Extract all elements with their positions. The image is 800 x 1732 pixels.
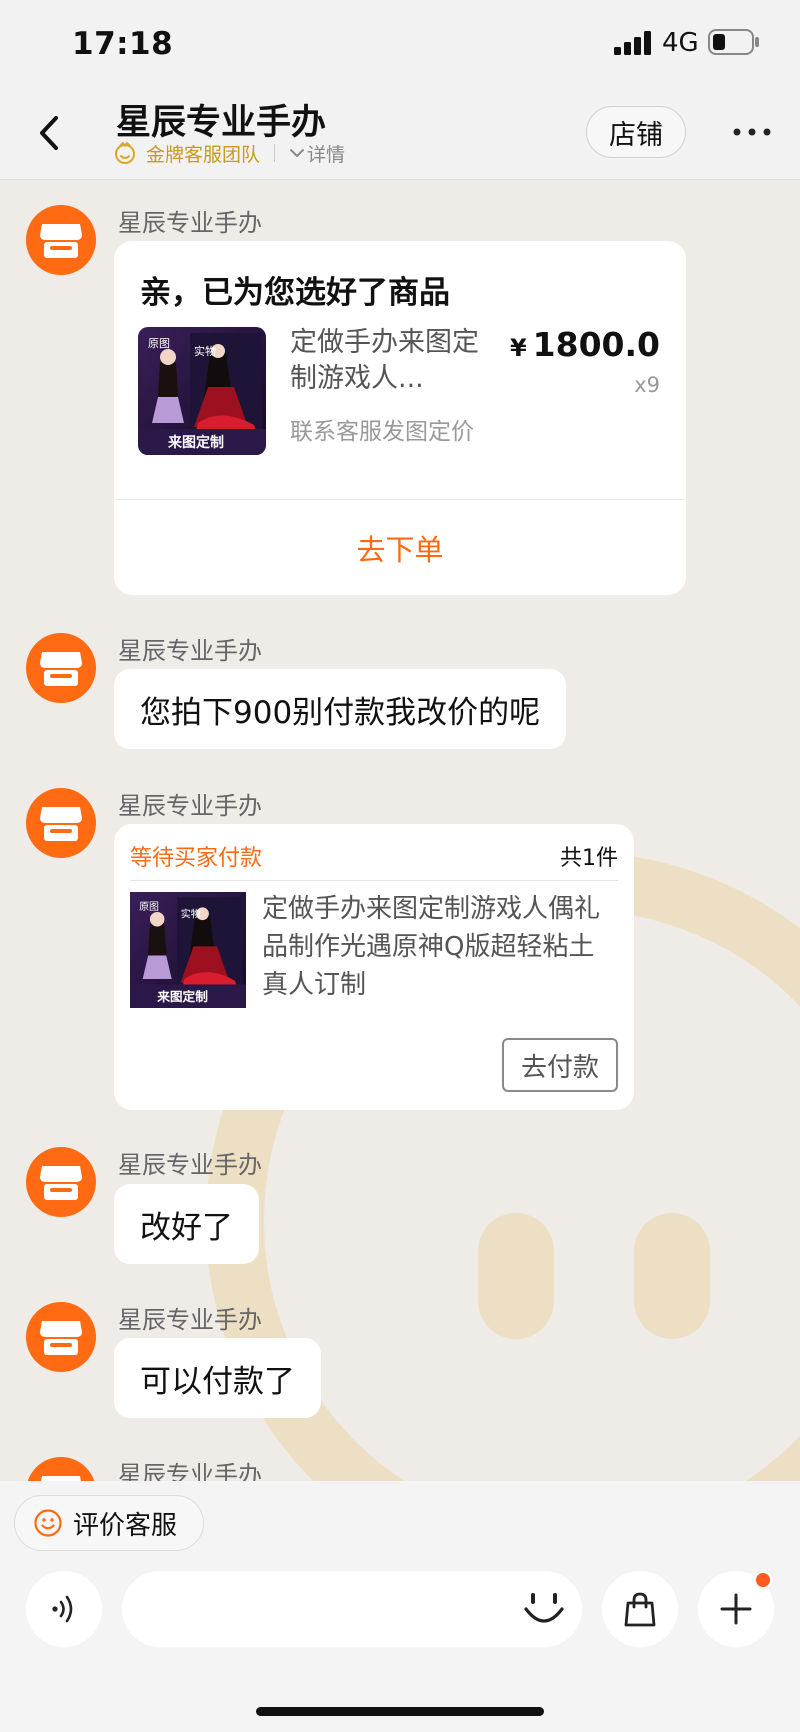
product-name: 定做手办来图定制游戏人... (290, 327, 479, 394)
price-value: 1800.0 (532, 325, 660, 364)
subtitle-divider (274, 144, 276, 162)
sender-name: 星辰专业手办 (118, 209, 262, 237)
sender-name: 星辰专业手办 (118, 1461, 262, 1481)
product-price: ¥1800.0 (510, 325, 660, 364)
product-note: 联系客服发图定价 (290, 419, 474, 445)
currency-symbol: ¥ (509, 334, 527, 362)
chevron-down-icon (290, 149, 305, 157)
shop-logo-icon (41, 1476, 81, 1481)
card-heading: 亲，已为您选好了商品 (140, 275, 450, 311)
bottom-input-bar: 评价客服 (0, 1481, 800, 1732)
status-bar: 17:18 4G (0, 0, 800, 88)
chat-message-list[interactable]: 星辰专业手办 亲，已为您选好了商品 原图 实物 来图定制 定做手办来图定制游戏人… (0, 181, 800, 1481)
shop-logo-icon (40, 1166, 82, 1200)
emoji-icon[interactable] (518, 1583, 570, 1635)
shop-avatar[interactable] (26, 1302, 96, 1372)
more-options-icon[interactable] (732, 126, 772, 138)
network-label: 4G (662, 28, 699, 58)
thumb-label-actual: 实物 (194, 344, 216, 358)
shop-logo-icon (40, 807, 82, 841)
team-label[interactable]: 金牌客服团队 (146, 140, 260, 167)
product-card[interactable]: 亲，已为您选好了商品 原图 实物 来图定制 定做手办来图定制游戏人... 联系客… (114, 241, 686, 595)
shopping-bag-button[interactable] (602, 1571, 678, 1647)
figure-image: 原图 实物 来图定制 (130, 892, 246, 1008)
product-quantity: x9 (634, 373, 660, 397)
order-item-count: 共1件 (560, 846, 618, 871)
message-input[interactable] (122, 1571, 582, 1647)
thumb-label-original: 原图 (139, 901, 159, 913)
smiley-icon (34, 1509, 62, 1537)
thumb-label-original: 原图 (148, 337, 170, 350)
detail-link[interactable]: 详情 (307, 140, 345, 167)
signal-icon (614, 31, 651, 55)
gold-team-icon (115, 142, 135, 164)
order-product-name: 定做手办来图定制游戏人偶礼品制作光遇原神Q版超轻粘土真人订制 (262, 894, 601, 1000)
shop-logo-icon (40, 652, 82, 686)
shop-title: 星辰专业手办 (116, 103, 327, 143)
battery-icon (708, 29, 759, 55)
order-thumbnail[interactable]: 原图 实物 来图定制 (130, 892, 246, 1008)
status-time: 17:18 (72, 26, 174, 62)
home-indicator (256, 1707, 544, 1716)
shop-avatar[interactable] (26, 633, 96, 703)
figure-image: 原图 实物 来图定制 (138, 327, 266, 455)
order-status: 等待买家付款 (130, 846, 263, 871)
thumb-label-actual: 实物 (181, 907, 201, 920)
product-thumbnail[interactable]: 原图 实物 来图定制 (138, 327, 266, 455)
shop-avatar[interactable] (26, 205, 96, 275)
sender-name: 星辰专业手办 (118, 1306, 262, 1334)
shop-avatar[interactable] (26, 1457, 96, 1481)
order-card[interactable]: 等待买家付款 共1件 原图 实物 来图定制 定做手办来图定制游戏人偶礼品制作光遇… (114, 824, 634, 1110)
notification-dot (754, 1571, 772, 1589)
rate-service-button[interactable]: 评价客服 (14, 1495, 204, 1551)
message-bubble[interactable]: 可以付款了 (114, 1338, 321, 1418)
chat-header: 星辰专业手办 金牌客服团队 详情 店铺 (0, 88, 800, 180)
sender-name: 星辰专业手办 (118, 637, 262, 665)
place-order-button[interactable]: 去下单 (114, 500, 686, 595)
message-bubble[interactable]: 改好了 (114, 1184, 259, 1264)
thumb-label-custom: 来图定制 (167, 434, 224, 451)
pay-button[interactable]: 去付款 (502, 1038, 618, 1092)
shop-avatar[interactable] (26, 788, 96, 858)
back-arrow-icon[interactable] (30, 108, 70, 158)
voice-icon (52, 1595, 73, 1623)
store-button[interactable]: 店铺 (586, 106, 686, 158)
plus-icon (720, 1593, 752, 1625)
order-divider (130, 880, 618, 881)
shopping-bag-icon (624, 1592, 656, 1627)
header-subtitle-row: 金牌客服团队 详情 (112, 140, 345, 166)
shop-avatar[interactable] (26, 1147, 96, 1217)
sender-name: 星辰专业手办 (118, 1151, 262, 1179)
shop-logo-icon (40, 224, 82, 258)
sender-name: 星辰专业手办 (118, 792, 262, 820)
thumb-label-custom: 来图定制 (156, 989, 208, 1004)
shop-logo-icon (40, 1321, 82, 1355)
voice-button[interactable] (26, 1571, 102, 1647)
message-bubble[interactable]: 您拍下900别付款我改价的呢 (114, 669, 567, 749)
rate-service-label: 评价客服 (73, 1510, 178, 1541)
